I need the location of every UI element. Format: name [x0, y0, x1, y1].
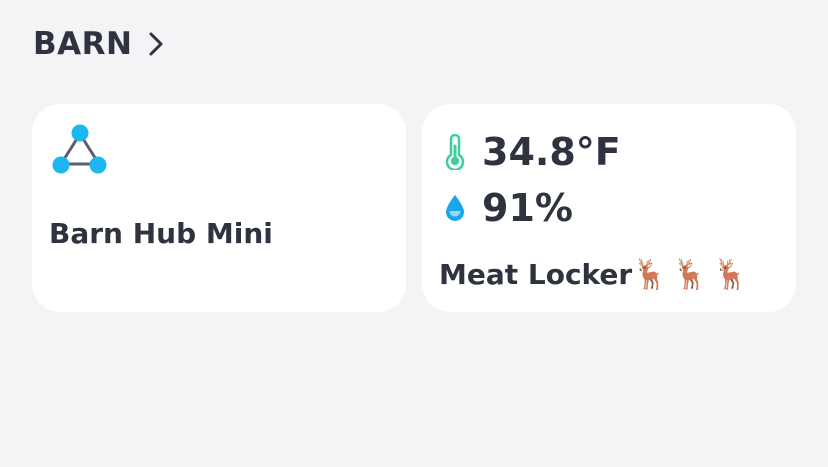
section-title: BARN: [33, 26, 133, 62]
sensor-device-name-text: Meat Locker: [439, 258, 633, 291]
humidity-value: 91%: [482, 186, 573, 230]
temperature-value: 34.8°F: [482, 130, 621, 174]
hub-device-name: Barn Hub Mini: [49, 217, 273, 250]
temperature-reading: 34.8°F: [440, 130, 621, 174]
section-header-barn[interactable]: BARN: [33, 24, 166, 64]
hub-triangle-icon: [50, 124, 110, 180]
humidity-reading: 91%: [440, 186, 573, 230]
thermometer-icon: [440, 132, 470, 172]
water-drop-icon: [440, 188, 470, 228]
sensor-device-name: Meat Locker 🦌🦌🦌: [439, 257, 753, 292]
deer-emoji-icon: 🦌🦌🦌: [632, 257, 753, 291]
chevron-right-icon: [146, 30, 166, 58]
